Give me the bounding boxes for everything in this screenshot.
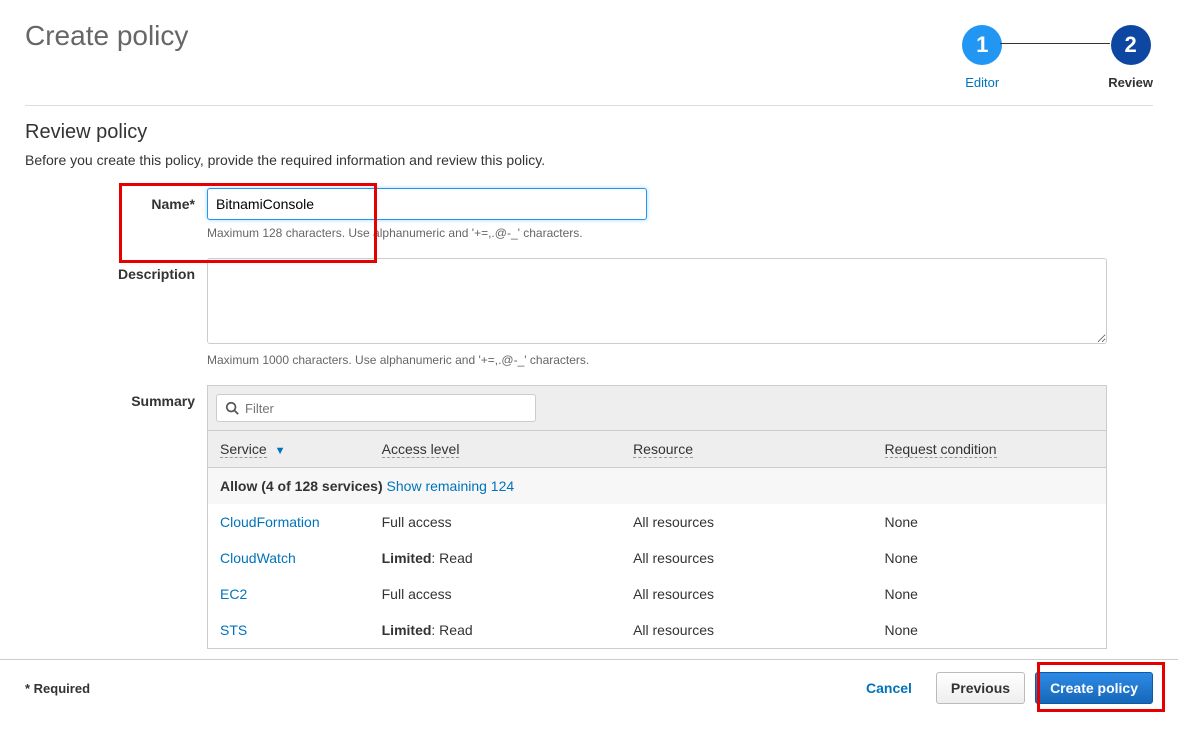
description-input[interactable] <box>207 258 1107 344</box>
step-1-label: Editor <box>965 75 999 90</box>
request-cell: None <box>873 576 1107 612</box>
name-label: Name* <box>25 188 207 240</box>
resource-cell: All resources <box>621 504 872 540</box>
cancel-button[interactable]: Cancel <box>852 673 926 703</box>
step-2-number: 2 <box>1111 25 1151 65</box>
th-request[interactable]: Request condition <box>873 431 1107 468</box>
summary-box: Service ▼ Access level Resource Request … <box>207 385 1107 649</box>
resource-cell: All resources <box>621 540 872 576</box>
description-label: Description <box>25 258 207 367</box>
filter-input-wrap[interactable] <box>216 394 536 422</box>
step-2-label: Review <box>1108 75 1153 90</box>
request-cell: None <box>873 612 1107 648</box>
request-cell: None <box>873 504 1107 540</box>
th-access[interactable]: Access level <box>370 431 621 468</box>
sort-icon: ▼ <box>275 445 286 457</box>
resource-cell: All resources <box>621 612 872 648</box>
footer: * Required Cancel Previous Create policy <box>0 659 1178 716</box>
step-review[interactable]: 2 Review <box>1108 25 1153 90</box>
page-title: Create policy <box>25 20 188 52</box>
wizard-steps: 1 Editor 2 Review <box>962 25 1153 90</box>
step-1-number: 1 <box>962 25 1002 65</box>
step-editor[interactable]: 1 Editor <box>962 25 1002 90</box>
table-row: EC2 Full access All resources None <box>208 576 1106 612</box>
divider <box>25 105 1153 106</box>
show-remaining-link[interactable]: Show remaining 124 <box>387 478 515 494</box>
th-service[interactable]: Service ▼ <box>208 431 370 468</box>
search-icon <box>225 401 239 415</box>
table-row: STS Limited: Read All resources None <box>208 612 1106 648</box>
group-row: Allow (4 of 128 services) Show remaining… <box>208 468 1106 505</box>
access-cell: Limited: Read <box>370 540 621 576</box>
filter-input[interactable] <box>245 401 527 416</box>
review-description: Before you create this policy, provide t… <box>25 152 1153 168</box>
required-note: * Required <box>25 681 90 696</box>
create-policy-button[interactable]: Create policy <box>1035 672 1153 704</box>
access-cell: Limited: Read <box>370 612 621 648</box>
access-cell: Full access <box>370 576 621 612</box>
summary-table: Service ▼ Access level Resource Request … <box>208 431 1106 648</box>
summary-label: Summary <box>25 385 207 649</box>
service-link[interactable]: CloudWatch <box>220 550 296 566</box>
request-cell: None <box>873 540 1107 576</box>
step-connector <box>1000 43 1110 44</box>
name-input[interactable] <box>207 188 647 220</box>
table-row: CloudWatch Limited: Read All resources N… <box>208 540 1106 576</box>
name-helper: Maximum 128 characters. Use alphanumeric… <box>207 226 1107 240</box>
service-link[interactable]: EC2 <box>220 586 247 602</box>
description-helper: Maximum 1000 characters. Use alphanumeri… <box>207 353 1107 367</box>
service-link[interactable]: CloudFormation <box>220 514 320 530</box>
th-resource[interactable]: Resource <box>621 431 872 468</box>
table-row: CloudFormation Full access All resources… <box>208 504 1106 540</box>
previous-button[interactable]: Previous <box>936 672 1025 704</box>
review-title: Review policy <box>25 121 1153 144</box>
resource-cell: All resources <box>621 576 872 612</box>
access-cell: Full access <box>370 504 621 540</box>
service-link[interactable]: STS <box>220 622 247 638</box>
